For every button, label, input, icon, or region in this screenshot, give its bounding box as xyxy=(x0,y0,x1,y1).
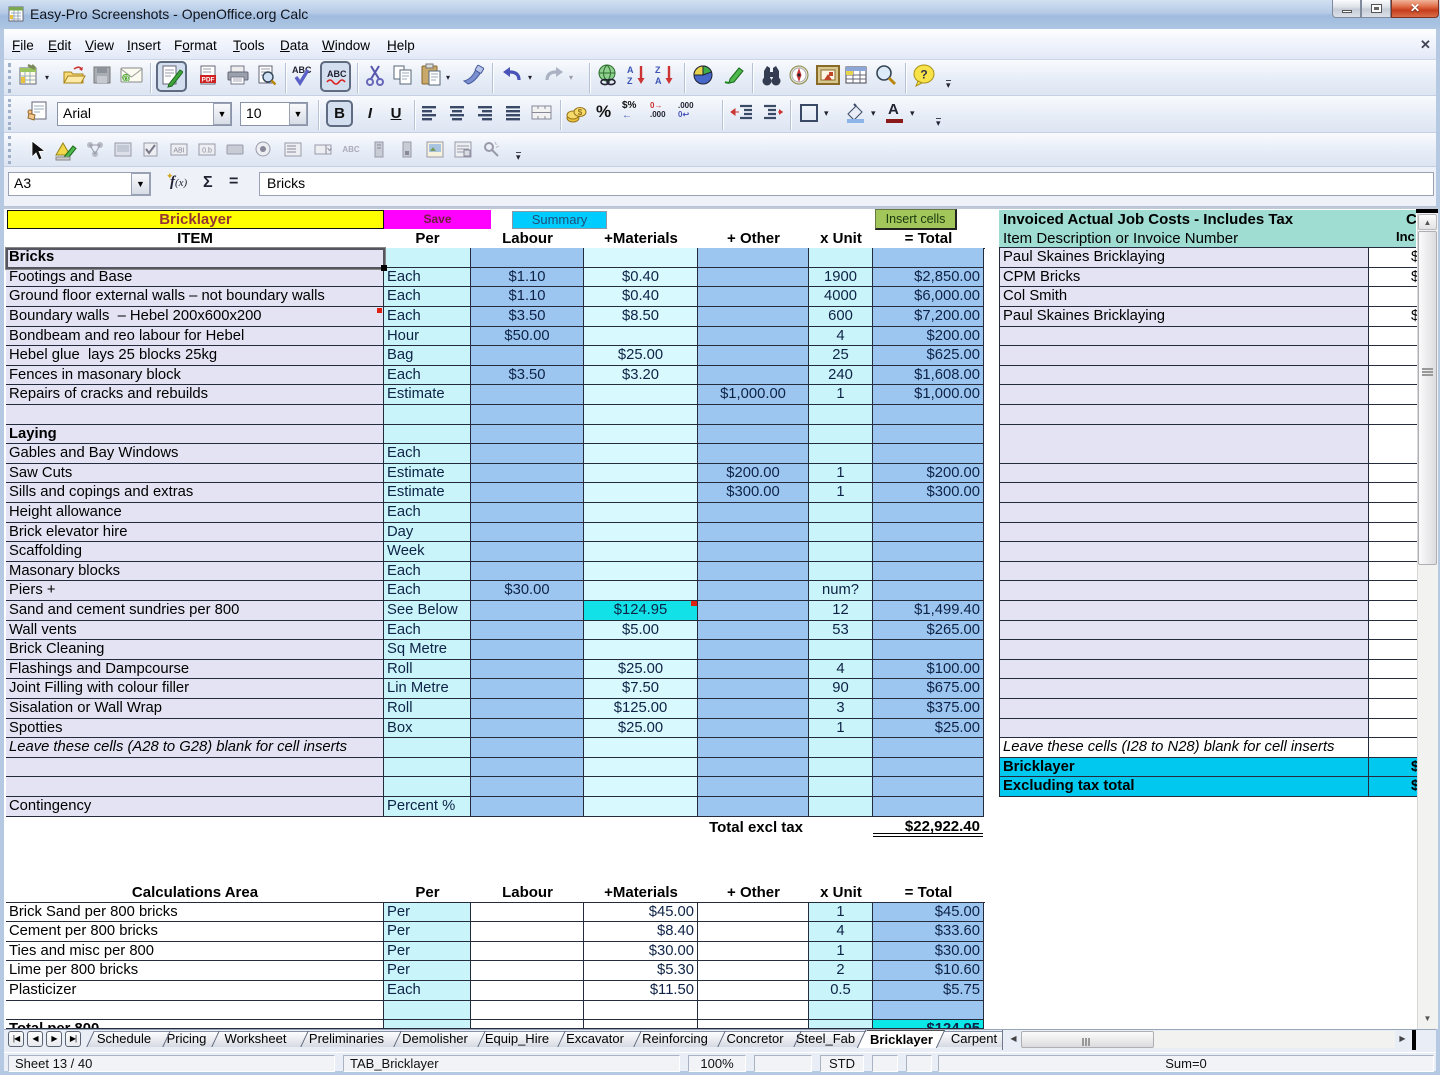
svg-text:PDF: PDF xyxy=(202,77,215,84)
svg-text:$: $ xyxy=(578,108,583,117)
svg-text:?: ? xyxy=(920,68,927,82)
svg-text:Z: Z xyxy=(655,65,661,75)
svg-text:ABC: ABC xyxy=(327,69,347,79)
svg-text:@: @ xyxy=(122,74,130,83)
svg-text:ABI: ABI xyxy=(173,148,184,155)
svg-text:ABC: ABC xyxy=(342,145,360,154)
svg-text:A: A xyxy=(627,65,634,75)
svg-text:Z: Z xyxy=(627,76,633,86)
svg-text:ABC: ABC xyxy=(292,65,312,75)
svg-text:0.b: 0.b xyxy=(202,148,212,155)
svg-text:A: A xyxy=(655,76,662,86)
